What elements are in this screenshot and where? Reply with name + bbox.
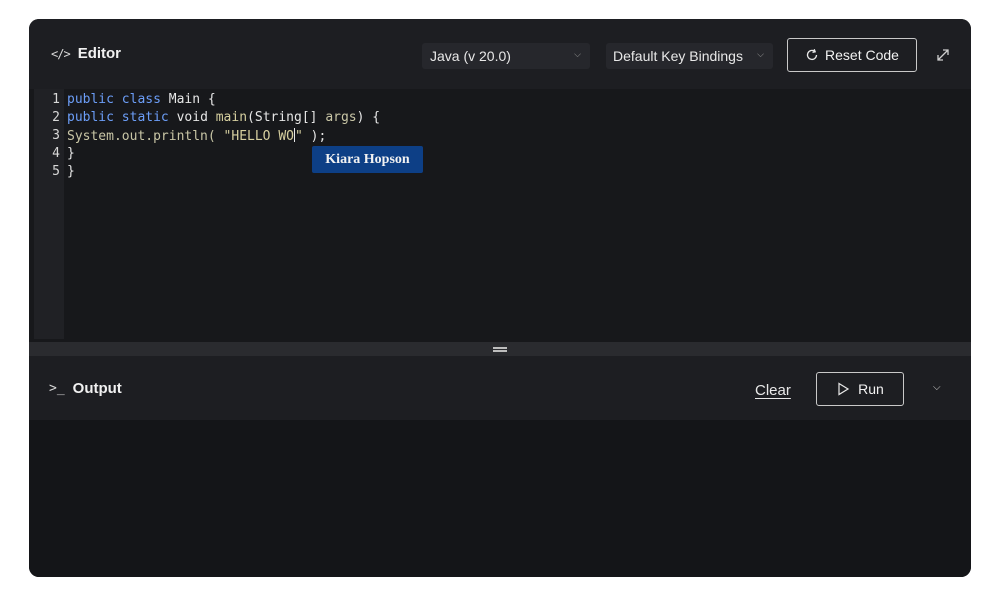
chevron-down-icon: ⌵ xyxy=(574,49,581,59)
editor-title-label: Editor xyxy=(77,45,122,62)
drag-handle-icon xyxy=(493,346,507,352)
output-panel xyxy=(29,420,971,577)
output-header: >_ Output Clear Run ⌵ xyxy=(29,356,971,420)
code-playground-card: </> Editor Java (v 20.0) ⌵ Default Key B… xyxy=(29,19,971,577)
code-icon: </> xyxy=(51,46,71,61)
play-icon xyxy=(838,382,850,396)
line-number: 2 xyxy=(52,110,60,125)
collaborator-cursor-label: Kiara Hopson xyxy=(312,146,423,173)
chevron-down-icon: ⌵ xyxy=(757,49,764,59)
key-bindings-select[interactable]: Default Key Bindings ⌵ xyxy=(606,43,773,69)
line-number: 4 xyxy=(52,146,60,161)
chevron-down-icon[interactable]: ⌵ xyxy=(933,382,941,393)
code-line: public class Main { xyxy=(67,92,216,107)
reset-code-button[interactable]: Reset Code xyxy=(787,38,917,72)
line-number-gutter: 1 2 3 4 5 xyxy=(34,89,64,339)
expand-icon[interactable] xyxy=(933,45,953,65)
line-number: 5 xyxy=(52,164,60,179)
output-title-label: Output xyxy=(72,380,122,397)
clear-output-link[interactable]: Clear xyxy=(755,382,791,399)
language-select-value: Java (v 20.0) xyxy=(430,48,511,64)
output-title: >_ Output xyxy=(49,380,122,397)
reset-code-label: Reset Code xyxy=(825,47,899,63)
terminal-icon: >_ xyxy=(49,381,65,396)
run-button-label: Run xyxy=(858,381,884,397)
code-line: } xyxy=(67,164,75,179)
refresh-icon xyxy=(806,48,818,61)
pane-resize-handle[interactable] xyxy=(29,342,971,356)
editor-title: </> Editor xyxy=(51,45,121,62)
key-bindings-value: Default Key Bindings xyxy=(613,48,743,64)
code-editor[interactable]: 1 2 3 4 5 public class Main { public sta… xyxy=(29,89,971,342)
language-select[interactable]: Java (v 20.0) ⌵ xyxy=(422,43,590,69)
code-line: public static void main(String[] args) { xyxy=(67,110,381,125)
code-line: } xyxy=(67,146,75,161)
editor-header: </> Editor Java (v 20.0) ⌵ Default Key B… xyxy=(29,19,971,89)
line-number: 1 xyxy=(52,92,60,107)
line-number: 3 xyxy=(52,128,60,143)
code-line: System.out.println( "HELLO WO" ); xyxy=(67,128,327,144)
run-button[interactable]: Run xyxy=(816,372,904,406)
